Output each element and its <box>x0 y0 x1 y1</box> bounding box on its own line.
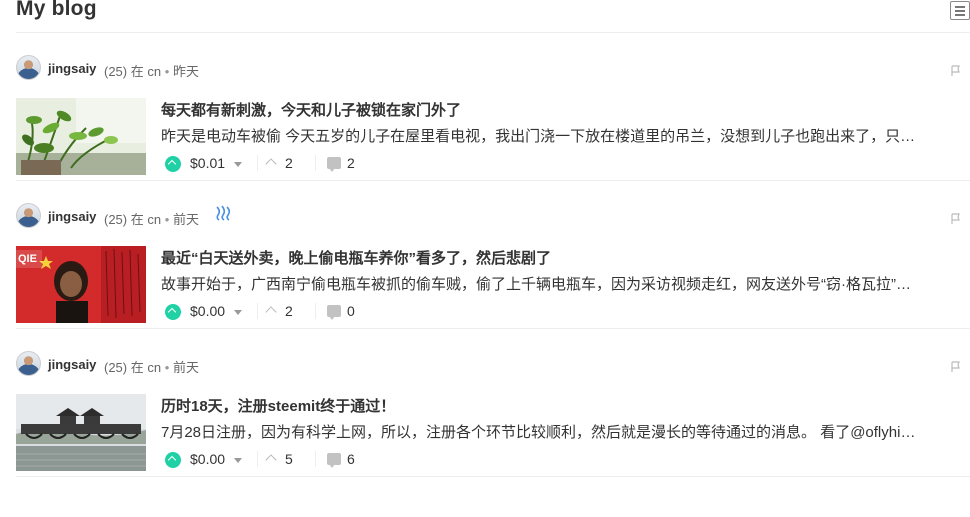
post-title[interactable]: 最近“白天送外卖，晚上偷电瓶车养你”看多了，然后悲剧了 <box>161 247 551 268</box>
divider <box>315 155 316 171</box>
payout-value[interactable]: $0.00 <box>190 451 225 467</box>
payout-value[interactable]: $0.01 <box>190 155 225 171</box>
post-excerpt[interactable]: 故事开始于，广西南宁偷电瓶车被抓的偷车贼，偷了上千辆电瓶车，因为采访视频走红，网… <box>161 273 967 294</box>
flag-icon[interactable] <box>950 213 962 225</box>
comment-icon[interactable] <box>327 305 341 320</box>
comment-count[interactable]: 6 <box>347 451 355 467</box>
steem-logo-icon <box>216 205 231 221</box>
caret-down-icon[interactable] <box>234 458 242 463</box>
comment-count[interactable]: 0 <box>347 303 355 319</box>
author-avatar[interactable] <box>16 203 41 228</box>
divider <box>257 155 258 171</box>
post-meta: (25) 在 cn • 前天 <box>104 357 199 376</box>
post-item: jingsaiy (25) 在 cn • 前天 历时18天，注册steemit终… <box>16 329 970 477</box>
layout-toggle-icon[interactable] <box>950 1 970 20</box>
upvote-icon[interactable] <box>165 304 181 320</box>
post-title[interactable]: 历时18天，注册steemit终于通过！ <box>161 395 395 416</box>
post-footer: $0.00 5 6 <box>161 449 561 471</box>
post-excerpt[interactable]: 7月28日注册，因为有科学上网，所以，注册各个环节比较顺利，然后就是漫长的等待通… <box>161 421 967 442</box>
author-name[interactable]: jingsaiy <box>48 357 96 372</box>
in-label: 在 <box>130 212 144 227</box>
divider <box>257 451 258 467</box>
post-item: jingsaiy (25) 在 cn • 昨天 每天都有新刺激，今天和儿子被锁在… <box>16 33 970 181</box>
author-avatar[interactable] <box>16 351 41 376</box>
page-header: My blog <box>16 0 970 33</box>
post-footer: $0.00 2 0 <box>161 301 561 323</box>
meta-separator: • <box>164 64 170 79</box>
post-excerpt[interactable]: 昨天是电动车被偷 今天五岁的儿子在屋里看电视，我出门浇一下放在楼道里的吊兰，没想… <box>161 125 967 146</box>
author-reputation: (25) <box>104 212 128 227</box>
post-header: jingsaiy (25) 在 cn • 前天 <box>16 351 970 377</box>
post-thumbnail[interactable] <box>16 98 146 175</box>
vote-count[interactable]: 2 <box>285 155 293 171</box>
community-link[interactable]: cn <box>147 64 161 79</box>
flag-icon[interactable] <box>950 361 962 373</box>
meta-separator: • <box>164 212 170 227</box>
post-time[interactable]: 昨天 <box>173 64 199 79</box>
meta-separator: • <box>164 360 170 375</box>
comment-icon[interactable] <box>327 157 341 172</box>
post-thumbnail[interactable] <box>16 394 146 471</box>
chevron-up-icon[interactable] <box>265 306 277 318</box>
in-label: 在 <box>130 360 144 375</box>
comment-icon[interactable] <box>327 453 341 468</box>
chevron-up-icon[interactable] <box>265 158 277 170</box>
poster-photo-icon: QIE <box>16 246 146 323</box>
post-meta: (25) 在 cn • 前天 <box>104 209 199 228</box>
post-footer: $0.01 2 2 <box>161 153 561 175</box>
community-link[interactable]: cn <box>147 212 161 227</box>
bridge-photo-icon <box>16 394 146 471</box>
divider <box>315 303 316 319</box>
author-reputation: (25) <box>104 64 128 79</box>
divider <box>315 451 316 467</box>
chevron-up-icon[interactable] <box>265 454 277 466</box>
caret-down-icon[interactable] <box>234 310 242 315</box>
in-label: 在 <box>130 64 144 79</box>
vote-count[interactable]: 5 <box>285 451 293 467</box>
upvote-icon[interactable] <box>165 452 181 468</box>
upvote-icon[interactable] <box>165 156 181 172</box>
post-meta: (25) 在 cn • 昨天 <box>104 61 199 80</box>
community-link[interactable]: cn <box>147 360 161 375</box>
caret-down-icon[interactable] <box>234 162 242 167</box>
author-reputation: (25) <box>104 360 128 375</box>
author-name[interactable]: jingsaiy <box>48 61 96 76</box>
plant-photo-icon <box>16 98 146 175</box>
post-title[interactable]: 每天都有新刺激，今天和儿子被锁在家门外了 <box>161 99 461 120</box>
post-thumbnail[interactable]: QIE <box>16 246 146 323</box>
divider <box>257 303 258 319</box>
payout-value[interactable]: $0.00 <box>190 303 225 319</box>
page-title: My blog <box>16 0 97 20</box>
post-header: jingsaiy (25) 在 cn • 前天 <box>16 203 970 229</box>
flag-icon[interactable] <box>950 65 962 77</box>
post-item: jingsaiy (25) 在 cn • 前天 QIE 最近“白天送外卖，晚上偷… <box>16 181 970 329</box>
post-header: jingsaiy (25) 在 cn • 昨天 <box>16 55 970 81</box>
author-avatar[interactable] <box>16 55 41 80</box>
vote-count[interactable]: 2 <box>285 303 293 319</box>
thumbnail-text: QIE <box>18 253 37 265</box>
author-name[interactable]: jingsaiy <box>48 209 96 224</box>
post-time[interactable]: 前天 <box>173 360 199 375</box>
post-time[interactable]: 前天 <box>173 212 199 227</box>
comment-count[interactable]: 2 <box>347 155 355 171</box>
